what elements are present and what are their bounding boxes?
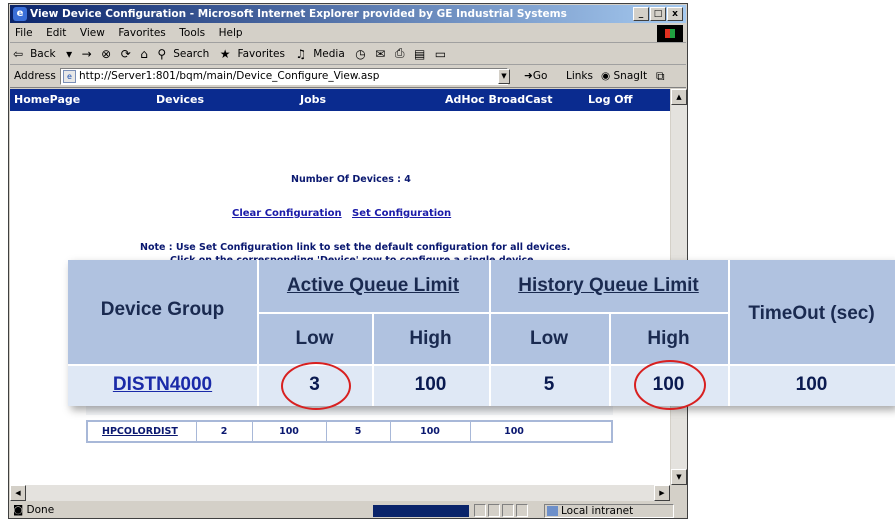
go-button[interactable]: ➜Go bbox=[524, 70, 547, 82]
scroll-left-button[interactable]: ◀ bbox=[10, 485, 26, 501]
address-input[interactable]: e http://Server1:801/bqm/main/Device_Con… bbox=[60, 68, 508, 85]
favorites-icon[interactable]: ★ bbox=[217, 45, 234, 63]
status-bar: ◙ Done Local intranet bbox=[10, 502, 686, 519]
menu-help[interactable]: Help bbox=[214, 24, 248, 42]
status-page-icon: ◙ bbox=[13, 504, 24, 516]
go-label: Go bbox=[532, 70, 548, 82]
nav-homepage[interactable]: HomePage bbox=[14, 93, 80, 106]
ie-logo-icon: e bbox=[13, 7, 27, 21]
status-done-label: Done bbox=[26, 504, 55, 516]
close-button[interactable]: x bbox=[667, 7, 683, 21]
windows-logo-icon bbox=[657, 25, 683, 42]
nav-devices[interactable]: Devices bbox=[156, 93, 204, 106]
intranet-icon bbox=[547, 506, 558, 516]
mail-icon[interactable]: ✉ bbox=[372, 45, 388, 63]
security-zone: Local intranet bbox=[544, 504, 674, 518]
timeout-cell: 100 bbox=[504, 426, 524, 437]
device-group-link[interactable]: HPCOLORDIST bbox=[102, 426, 178, 437]
menu-edit[interactable]: Edit bbox=[41, 24, 71, 42]
menu-bar: File Edit View Favorites Tools Help bbox=[10, 24, 686, 43]
note-text: Note : Use Set Configuration link to set… bbox=[140, 242, 571, 253]
device-count: Number Of Devices : 4 bbox=[291, 174, 411, 185]
active-low-cell: 2 bbox=[220, 426, 228, 437]
discuss-icon[interactable]: ▭ bbox=[432, 45, 449, 63]
nav-log-off[interactable]: Log Off bbox=[588, 93, 633, 106]
timeout-value: 100 bbox=[795, 374, 828, 395]
forward-arrow-icon[interactable]: → bbox=[79, 45, 95, 63]
horizontal-scrollbar[interactable]: ◀ ▶ bbox=[10, 485, 670, 501]
timeout-header: TimeOut (sec) bbox=[748, 303, 875, 324]
page-icon: e bbox=[63, 70, 76, 83]
history-queue-limit-header[interactable]: History Queue Limit bbox=[489, 275, 728, 297]
device-group-header: Device Group bbox=[100, 299, 225, 320]
dropdown-arrow-icon[interactable]: ▾ bbox=[63, 45, 75, 63]
address-url: http://Server1:801/bqm/main/Device_Confi… bbox=[79, 70, 380, 82]
search-icon[interactable]: ⚲ bbox=[154, 45, 169, 63]
device-group-link[interactable]: DISTN4000 bbox=[68, 374, 257, 396]
active-high-header: High bbox=[409, 328, 452, 349]
history-high-header: High bbox=[647, 328, 690, 349]
history-high-cell: 100 bbox=[420, 426, 440, 437]
nav-bar: HomePage Devices Jobs AdHoc BroadCast Lo… bbox=[10, 89, 670, 111]
nav-adhoc-broadcast[interactable]: AdHoc BroadCast bbox=[445, 93, 552, 106]
status-cells bbox=[474, 504, 530, 520]
zone-label: Local intranet bbox=[561, 505, 634, 517]
maximize-button[interactable]: □ bbox=[650, 7, 666, 21]
menu-file[interactable]: File bbox=[10, 24, 38, 42]
progress-bar bbox=[373, 505, 469, 517]
snagit-icon: ◉ bbox=[601, 70, 611, 82]
scroll-right-button[interactable]: ▶ bbox=[654, 485, 670, 501]
title-bar[interactable]: e View Device Configuration - Microsoft … bbox=[10, 5, 686, 23]
print-icon[interactable]: ⎙ bbox=[392, 44, 408, 63]
media-icon[interactable]: ♫ bbox=[292, 45, 309, 63]
history-low-header: Low bbox=[530, 328, 568, 349]
minimize-button[interactable]: _ bbox=[633, 7, 649, 21]
device-table-row[interactable]: HPCOLORDIST 2 100 5 100 100 bbox=[86, 420, 613, 443]
window-title: View Device Configuration - Microsoft In… bbox=[30, 8, 567, 20]
address-bar: Address e http://Server1:801/bqm/main/De… bbox=[10, 66, 686, 88]
edit-icon[interactable]: ▤ bbox=[411, 45, 428, 63]
scroll-down-button[interactable]: ▼ bbox=[671, 469, 687, 485]
menu-tools[interactable]: Tools bbox=[174, 24, 210, 42]
search-button[interactable]: Search bbox=[169, 45, 213, 63]
stop-icon[interactable]: ⊗ bbox=[98, 45, 114, 63]
snagit-button[interactable]: ◉ SnagIt bbox=[601, 70, 647, 82]
home-icon[interactable]: ⌂ bbox=[137, 45, 151, 63]
history-low-cell: 5 bbox=[354, 426, 362, 437]
go-arrow-icon: ➜ bbox=[524, 70, 533, 82]
highlight-circle-history-high bbox=[634, 360, 706, 410]
window-controls: _ □ x bbox=[633, 7, 683, 21]
active-low-header: Low bbox=[295, 328, 334, 349]
scroll-up-button[interactable]: ▲ bbox=[671, 89, 687, 105]
history-low-value: 5 bbox=[543, 374, 555, 395]
nav-jobs[interactable]: Jobs bbox=[300, 93, 326, 106]
status-text: ◙ Done bbox=[13, 504, 54, 516]
back-arrow-icon[interactable]: ⇦ bbox=[10, 45, 26, 63]
back-button[interactable]: Back bbox=[26, 45, 60, 63]
refresh-icon[interactable]: ⟳ bbox=[118, 45, 134, 63]
address-label: Address bbox=[14, 70, 56, 82]
links-button[interactable]: Links bbox=[566, 70, 593, 82]
set-configuration-link[interactable]: Set Configuration bbox=[352, 208, 451, 219]
clear-configuration-link[interactable]: Clear Configuration bbox=[232, 208, 342, 219]
menu-view[interactable]: View bbox=[75, 24, 110, 42]
active-high-cell: 100 bbox=[279, 426, 299, 437]
active-high-value: 100 bbox=[414, 374, 447, 395]
snagit-label: SnagIt bbox=[613, 70, 648, 82]
menu-favorites[interactable]: Favorites bbox=[113, 24, 170, 42]
active-queue-limit-header[interactable]: Active Queue Limit bbox=[257, 275, 489, 297]
media-button[interactable]: Media bbox=[309, 45, 349, 63]
address-dropdown-button[interactable]: ▼ bbox=[498, 69, 510, 84]
favorites-button[interactable]: Favorites bbox=[234, 45, 289, 63]
toolbar: ⇦ Back ▾ → ⊗ ⟳ ⌂ ⚲ Search ★ Favorites ♫ Medi… bbox=[10, 44, 686, 65]
zoomed-device-table: Device Group Active Queue Limit History … bbox=[68, 260, 895, 410]
snagit-capture-icon[interactable]: ⧉ bbox=[656, 69, 665, 84]
highlight-circle-active-low bbox=[281, 362, 351, 410]
history-icon[interactable]: ◷ bbox=[352, 45, 368, 63]
